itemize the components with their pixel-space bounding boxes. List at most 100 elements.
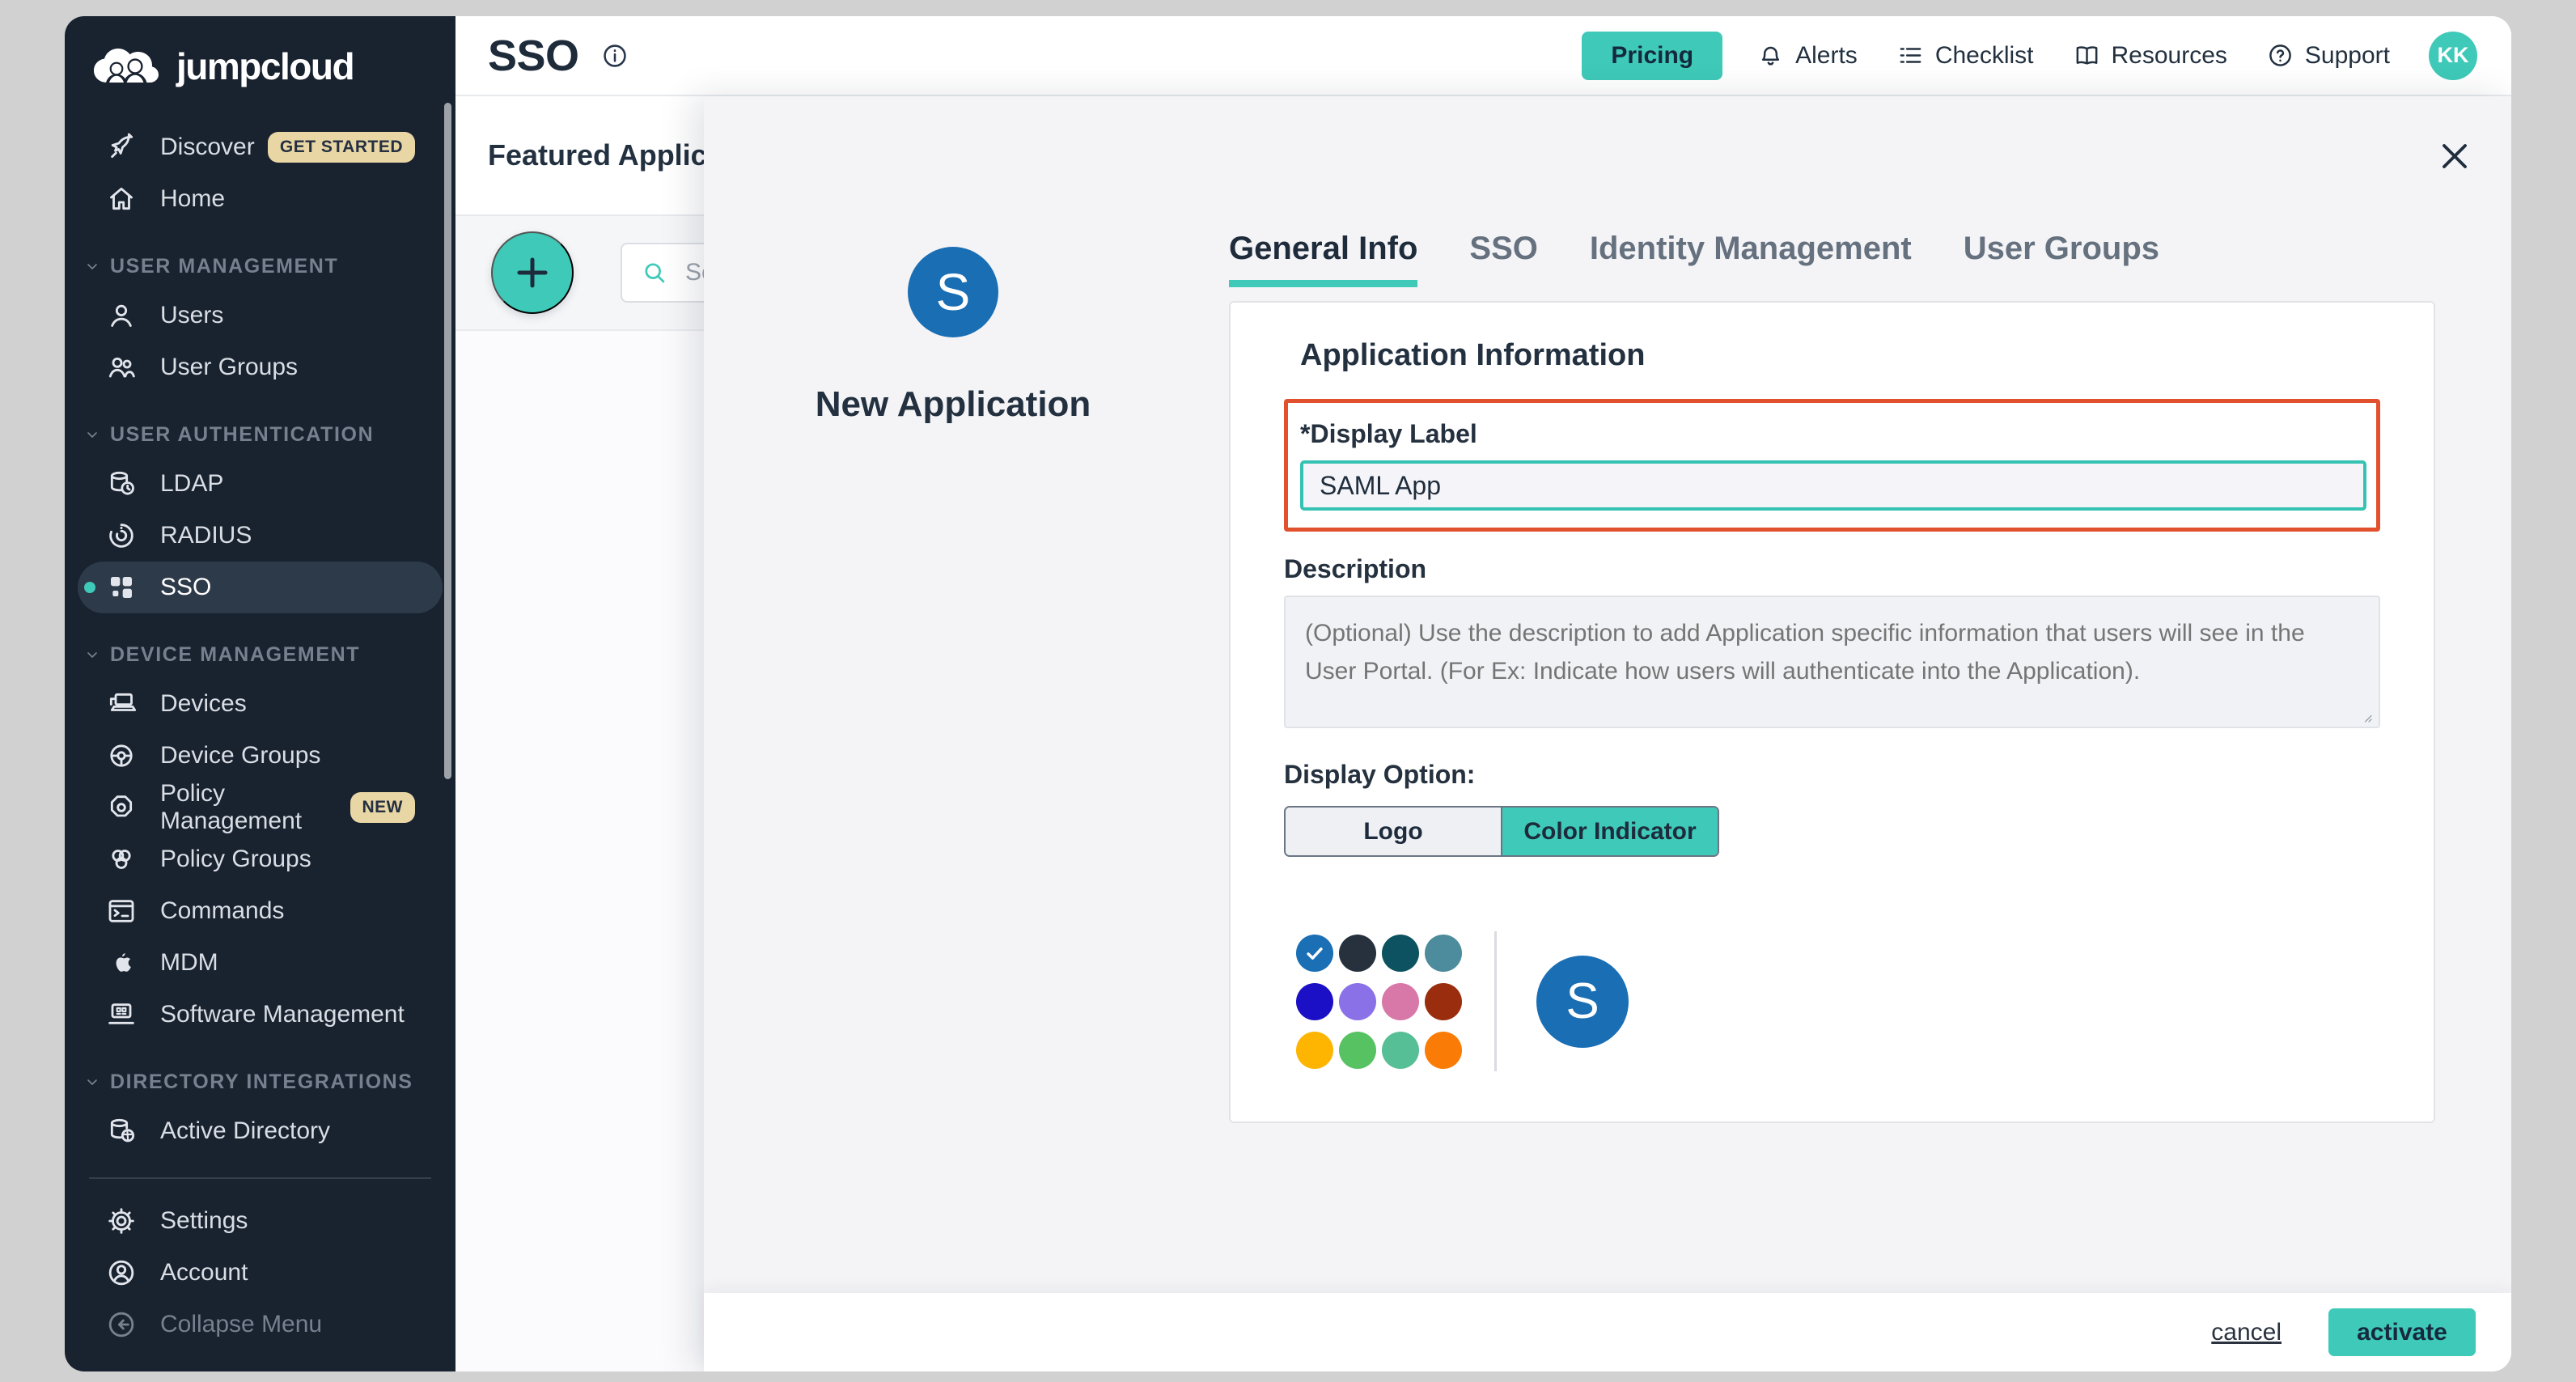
color-swatch-fa7c06[interactable] bbox=[1425, 1032, 1462, 1069]
top-header: SSO Pricing Alerts Checklist Resources Supp… bbox=[455, 16, 2511, 96]
checklist-button[interactable]: Checklist bbox=[1896, 41, 2034, 70]
color-swatch-grid bbox=[1296, 935, 1462, 1069]
sidebar-item-active-directory[interactable]: Active Directory bbox=[78, 1105, 443, 1157]
user-icon bbox=[105, 299, 138, 332]
logo-option[interactable]: Logo bbox=[1286, 808, 1501, 855]
tab-sso[interactable]: SSO bbox=[1469, 231, 1537, 287]
general-info-card: Application Information *Display Label D… bbox=[1229, 301, 2435, 1123]
color-swatch-fdb501[interactable] bbox=[1296, 1032, 1333, 1069]
sidebar-item-user-groups[interactable]: User Groups bbox=[78, 341, 443, 393]
checklist-icon bbox=[1896, 41, 1925, 70]
color-swatch-4d8c9c[interactable] bbox=[1425, 935, 1462, 972]
chevron-down-icon bbox=[83, 256, 102, 276]
sidebar-item-radius[interactable]: RADIUS bbox=[78, 510, 443, 562]
sidebar-section-label: DIRECTORY INTEGRATIONS bbox=[110, 1070, 413, 1094]
jumpcloud-logo-text: jumpcloud bbox=[176, 45, 354, 88]
vertical-divider bbox=[1494, 931, 1497, 1071]
sidebar-item-collapse-menu[interactable]: Collapse Menu bbox=[78, 1299, 443, 1350]
color-swatch-1b10c5[interactable] bbox=[1296, 983, 1333, 1020]
sidebar-section-user-authentication[interactable]: USER AUTHENTICATION bbox=[65, 411, 455, 458]
home-icon bbox=[105, 183, 138, 215]
search-icon bbox=[640, 258, 669, 287]
cancel-button[interactable]: cancel bbox=[2211, 1319, 2282, 1346]
user-group-icon bbox=[105, 351, 138, 384]
sidebar-item-label: Policy Groups bbox=[160, 846, 311, 873]
radius-dial-icon bbox=[105, 519, 138, 552]
action-label: Resources bbox=[2112, 42, 2227, 70]
sidebar-item-label: Users bbox=[160, 302, 223, 329]
application-avatar: S bbox=[908, 247, 998, 337]
color-indicator-option[interactable]: Color Indicator bbox=[1501, 808, 1718, 855]
page-title: SSO bbox=[488, 31, 579, 81]
pricing-button[interactable]: Pricing bbox=[1582, 32, 1722, 80]
sidebar-item-policy-management[interactable]: Policy ManagementNEW bbox=[78, 782, 443, 833]
sidebar-item-devices[interactable]: Devices bbox=[78, 678, 443, 730]
info-icon[interactable] bbox=[600, 41, 629, 70]
check-icon bbox=[1303, 942, 1326, 964]
sidebar-section-label: USER MANAGEMENT bbox=[110, 255, 338, 278]
add-application-button[interactable] bbox=[491, 231, 574, 314]
color-swatch-1a6fb5[interactable] bbox=[1296, 935, 1333, 972]
apple-icon bbox=[105, 947, 138, 979]
tab-user-groups[interactable]: User Groups bbox=[1964, 231, 2159, 287]
sidebar-item-software-management[interactable]: Software Management bbox=[78, 989, 443, 1041]
display-label-label: *Display Label bbox=[1300, 419, 2366, 449]
display-label-input[interactable] bbox=[1300, 460, 2366, 511]
sidebar-item-account[interactable]: Account bbox=[78, 1247, 443, 1299]
color-preview-avatar: S bbox=[1536, 956, 1629, 1048]
sidebar-scrollbar[interactable] bbox=[444, 103, 451, 779]
jumpcloud-cloud-icon bbox=[91, 44, 167, 89]
policy-groups-icon bbox=[105, 843, 138, 875]
sidebar-item-users[interactable]: Users bbox=[78, 290, 443, 341]
sidebar-item-label: Software Management bbox=[160, 1001, 405, 1028]
book-icon bbox=[2073, 41, 2101, 70]
sidebar-item-ldap[interactable]: LDAP bbox=[78, 458, 443, 510]
sidebar-item-label: Home bbox=[160, 185, 225, 213]
resources-button[interactable]: Resources bbox=[2073, 41, 2227, 70]
ldap-database-icon bbox=[105, 468, 138, 500]
sidebar-section-directory-integrations[interactable]: DIRECTORY INTEGRATIONS bbox=[65, 1058, 455, 1105]
description-textarea[interactable] bbox=[1284, 596, 2380, 728]
color-swatch-57bf96[interactable] bbox=[1382, 1032, 1419, 1069]
color-swatch-0d5260[interactable] bbox=[1382, 935, 1419, 972]
sidebar-divider bbox=[89, 1177, 431, 1179]
sidebar-item-settings[interactable]: Settings bbox=[78, 1195, 443, 1247]
plus-icon bbox=[511, 252, 553, 294]
display-option-toggle: Logo Color Indicator bbox=[1284, 806, 1719, 857]
sidebar-item-label: Commands bbox=[160, 897, 284, 925]
tab-identity-management[interactable]: Identity Management bbox=[1590, 231, 1912, 287]
sidebar-item-device-groups[interactable]: Device Groups bbox=[78, 730, 443, 782]
sidebar-item-label: Active Directory bbox=[160, 1117, 330, 1145]
device-group-icon bbox=[105, 740, 138, 772]
support-button[interactable]: Support bbox=[2266, 41, 2390, 70]
question-circle-icon bbox=[2266, 41, 2294, 70]
content-area: Featured Applica bbox=[455, 96, 2511, 1371]
policy-octagon-icon bbox=[105, 791, 138, 824]
sidebar-section-user-management[interactable]: USER MANAGEMENT bbox=[65, 243, 455, 290]
color-swatch-d878a8[interactable] bbox=[1382, 983, 1419, 1020]
sidebar-nav: DiscoverGET STARTED Home USER MANAGEMENT Us… bbox=[65, 121, 455, 1157]
color-swatch-57c262[interactable] bbox=[1339, 1032, 1376, 1069]
color-swatch-27313e[interactable] bbox=[1339, 935, 1376, 972]
sidebar: jumpcloud DiscoverGET STARTED Home USER MA… bbox=[65, 16, 455, 1371]
alerts-button[interactable]: Alerts bbox=[1756, 41, 1858, 70]
jumpcloud-logo[interactable]: jumpcloud bbox=[91, 44, 455, 89]
active-indicator-dot bbox=[84, 582, 95, 593]
color-swatch-9a2d0d[interactable] bbox=[1425, 983, 1462, 1020]
sidebar-item-mdm[interactable]: MDM bbox=[78, 937, 443, 989]
color-swatch-8a71e8[interactable] bbox=[1339, 983, 1376, 1020]
sidebar-item-commands[interactable]: Commands bbox=[78, 885, 443, 937]
sidebar-item-discover[interactable]: DiscoverGET STARTED bbox=[78, 121, 443, 173]
sidebar-item-home[interactable]: Home bbox=[78, 173, 443, 225]
description-label: Description bbox=[1284, 554, 2380, 584]
avatar[interactable]: KK bbox=[2429, 32, 2477, 80]
resize-grip-icon[interactable] bbox=[2359, 710, 2374, 724]
sidebar-item-sso[interactable]: SSO bbox=[78, 562, 443, 613]
activate-button[interactable]: activate bbox=[2328, 1308, 2476, 1356]
close-icon[interactable] bbox=[2435, 137, 2474, 176]
sidebar-section-device-management[interactable]: DEVICE MANAGEMENT bbox=[65, 631, 455, 678]
software-laptop-icon bbox=[105, 998, 138, 1031]
sidebar-item-label: Settings bbox=[160, 1207, 248, 1235]
sidebar-item-policy-groups[interactable]: Policy Groups bbox=[78, 833, 443, 885]
tab-general-info[interactable]: General Info bbox=[1229, 231, 1417, 287]
